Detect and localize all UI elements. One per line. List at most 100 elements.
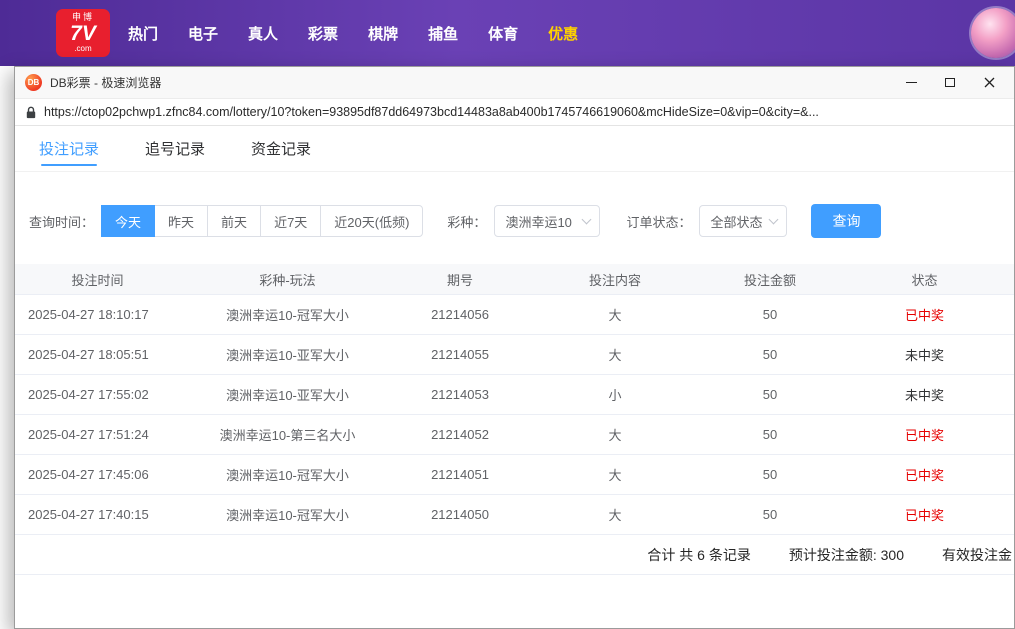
- lock-icon: [26, 106, 36, 119]
- favicon-text: DB: [27, 78, 40, 87]
- cell-issue-number: 21214050: [431, 507, 489, 522]
- site-header: 申博 7V .com 热门 电子 真人 彩票 棋牌 捕鱼 体育 优惠: [0, 0, 1015, 66]
- column-header: 期号: [446, 272, 473, 288]
- nav-item[interactable]: 电子: [188, 23, 218, 44]
- cell-bet-amount: 50: [762, 427, 778, 442]
- cell-bet-content: 大: [608, 468, 622, 483]
- tab[interactable]: 追号记录: [145, 126, 205, 171]
- filter-bar: 查询时间： 今天 昨天 前天 近7天 近20天(低频) 彩种： 澳洲幸运10 订…: [15, 172, 1014, 264]
- cell-bet-time: 2025-04-27 18:05:51: [28, 347, 149, 362]
- cell-bet-content: 大: [608, 348, 622, 363]
- status-select-value: 全部状态: [710, 214, 763, 230]
- cell-game-play: 澳洲幸运10-第三名大小: [219, 428, 356, 443]
- cell-game-play: 澳洲幸运10-冠军大小: [226, 508, 349, 523]
- site-nav: 热门 电子 真人 彩票 棋牌 捕鱼 体育 优惠: [128, 23, 578, 44]
- chevron-down-icon: [769, 214, 779, 225]
- table-row[interactable]: 2025-04-27 18:10:17 澳洲幸运10-冠军大小 21214056…: [15, 295, 1014, 335]
- cell-game-play: 澳洲幸运10-冠军大小: [226, 468, 349, 483]
- cell-issue-number: 21214052: [431, 427, 489, 442]
- column-header: 投注金额: [743, 272, 796, 288]
- column-header: 彩种-玩法: [259, 272, 316, 288]
- lottery-record-page: 投注记录 追号记录 资金记录 查询时间： 今天 昨天 前天 近7天 近20天(低…: [15, 126, 1014, 575]
- cell-bet-time: 2025-04-27 17:55:02: [28, 387, 149, 402]
- cell-game-play: 澳洲幸运10-亚军大小: [226, 388, 349, 403]
- cell-bet-time: 2025-04-27 18:10:17: [28, 307, 149, 322]
- window-controls: [904, 76, 1004, 90]
- cell-status: 已中奖: [904, 308, 944, 323]
- cell-bet-amount: 50: [762, 507, 778, 522]
- nav-item[interactable]: 棋牌: [368, 23, 398, 44]
- cell-bet-amount: 50: [762, 307, 778, 322]
- cell-game-play: 澳洲幸运10-亚军大小: [226, 348, 349, 363]
- nav-item[interactable]: 真人: [248, 23, 278, 44]
- cell-bet-time: 2025-04-27 17:51:24: [28, 427, 149, 442]
- status-filter-label: 订单状态：: [626, 214, 692, 230]
- nav-item[interactable]: 优惠: [548, 23, 578, 44]
- cell-bet-amount: 50: [762, 347, 778, 362]
- time-filter-group: 今天 昨天 前天 近7天 近20天(低频): [101, 205, 424, 237]
- nav-item[interactable]: 体育: [488, 23, 518, 44]
- cell-issue-number: 21214051: [431, 467, 489, 482]
- time-filter-button[interactable]: 前天: [207, 205, 262, 237]
- tab[interactable]: 资金记录: [251, 126, 311, 171]
- browser-title: DB彩票 - 极速浏览器: [50, 76, 162, 90]
- table-row[interactable]: 2025-04-27 17:55:02 澳洲幸运10-亚军大小 21214053…: [15, 375, 1014, 415]
- cell-bet-content: 大: [608, 308, 622, 323]
- cell-bet-amount: 50: [762, 467, 778, 482]
- summary-item: 合计 共 6 条记录: [647, 546, 751, 563]
- maximize-button[interactable]: [943, 76, 957, 90]
- nav-item[interactable]: 捕鱼: [428, 23, 458, 44]
- tab[interactable]: 投注记录: [39, 126, 99, 171]
- nav-item[interactable]: 热门: [128, 23, 158, 44]
- summary-item: 有效投注金: [942, 546, 1012, 563]
- cell-bet-time: 2025-04-27 17:40:15: [28, 507, 149, 522]
- search-button[interactable]: 查询: [811, 204, 882, 238]
- minimize-button[interactable]: [904, 76, 918, 90]
- cell-issue-number: 21214056: [431, 307, 489, 322]
- site-logo[interactable]: 申博 7V .com: [56, 9, 110, 57]
- cell-issue-number: 21214055: [431, 347, 489, 362]
- browser-titlebar[interactable]: DB DB彩票 - 极速浏览器: [15, 67, 1014, 98]
- cell-bet-time: 2025-04-27 17:45:06: [28, 467, 149, 482]
- lottery-select[interactable]: 澳洲幸运10: [494, 205, 601, 237]
- maximize-icon: [945, 78, 955, 87]
- cell-game-play: 澳洲幸运10-冠军大小: [226, 308, 349, 323]
- cell-status: 已中奖: [904, 428, 944, 443]
- table-body: 2025-04-27 18:10:17 澳洲幸运10-冠军大小 21214056…: [15, 295, 1014, 535]
- chevron-down-icon: [581, 214, 592, 225]
- table-header-row: 投注时间 彩种-玩法 期号 投注内容 投注金额 状态: [15, 264, 1014, 295]
- record-tabs: 投注记录 追号记录 资金记录: [15, 126, 1014, 172]
- user-avatar[interactable]: [971, 8, 1015, 58]
- time-filter-button[interactable]: 今天: [101, 205, 156, 237]
- close-button[interactable]: [982, 76, 996, 90]
- cell-bet-amount: 50: [762, 387, 778, 402]
- time-filter-button[interactable]: 昨天: [154, 205, 209, 237]
- status-select[interactable]: 全部状态: [699, 205, 788, 237]
- close-icon: [984, 77, 994, 88]
- minimize-icon: [905, 82, 917, 83]
- table-row[interactable]: 2025-04-27 17:45:06 澳洲幸运10-冠军大小 21214051…: [15, 455, 1014, 495]
- cell-status: 已中奖: [904, 468, 944, 483]
- bet-record-table: 投注时间 彩种-玩法 期号 投注内容 投注金额 状态 2025-04-27 18…: [15, 264, 1014, 575]
- time-filter-button[interactable]: 近7天: [260, 205, 322, 237]
- cell-bet-content: 大: [608, 508, 622, 523]
- column-header: 状态: [911, 272, 938, 288]
- browser-window: DB DB彩票 - 极速浏览器 https://ctop02pchwp1.zfn…: [14, 66, 1015, 629]
- cell-issue-number: 21214053: [431, 387, 489, 402]
- table-row[interactable]: 2025-04-27 17:40:15 澳洲幸运10-冠军大小 21214050…: [15, 495, 1014, 535]
- cell-status: 未中奖: [904, 348, 944, 363]
- time-filter-button[interactable]: 近20天(低频): [320, 205, 424, 237]
- table-row[interactable]: 2025-04-27 18:05:51 澳洲幸运10-亚军大小 21214055…: [15, 335, 1014, 375]
- browser-addressbar[interactable]: https://ctop02pchwp1.zfnc84.com/lottery/…: [15, 98, 1014, 126]
- cell-bet-content: 大: [608, 428, 622, 443]
- summary-row: 合计 共 6 条记录 预计投注金额: 300 有效投注金: [15, 535, 1014, 575]
- browser-favicon-icon: DB: [25, 74, 42, 91]
- logo-text-sub: .com: [74, 43, 92, 53]
- summary-item: 预计投注金额: 300: [788, 546, 904, 563]
- url-text[interactable]: https://ctop02pchwp1.zfnc84.com/lottery/…: [44, 105, 819, 119]
- logo-text-main: 7V: [70, 21, 96, 45]
- nav-item[interactable]: 彩票: [308, 23, 338, 44]
- lottery-select-value: 澳洲幸运10: [505, 214, 572, 230]
- cell-status: 已中奖: [904, 508, 944, 523]
- table-row[interactable]: 2025-04-27 17:51:24 澳洲幸运10-第三名大小 2121405…: [15, 415, 1014, 455]
